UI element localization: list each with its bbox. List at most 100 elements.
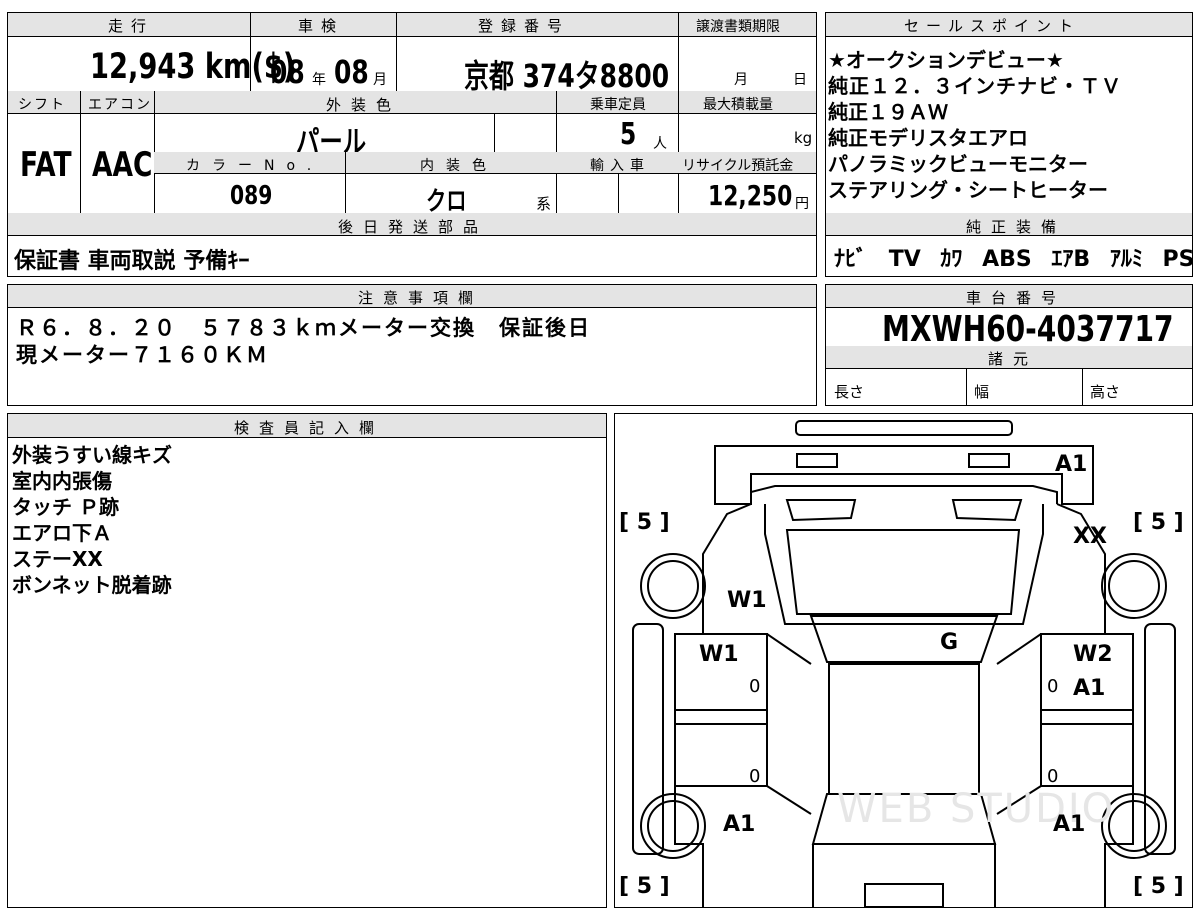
equipment-label: 純正装備	[966, 218, 1067, 236]
shift-value: FAT	[20, 145, 72, 185]
tire-fr-grade: [ 5 ]	[1133, 510, 1184, 535]
tire-fl-grade: [ 5 ]	[619, 510, 670, 535]
capacity-value: 5	[620, 117, 637, 152]
damage-rear-right-quarter: A1	[1053, 812, 1086, 837]
shaken-month: 08	[334, 53, 369, 91]
later-parts-value: 保証書 車両取説 予備ｷｰ	[14, 249, 250, 274]
int-color-label: 内装色	[420, 158, 498, 174]
trunk	[812, 843, 996, 907]
color-no-value: 089	[230, 181, 273, 211]
damage-front-left-door: W1	[699, 642, 739, 667]
body-outline	[750, 485, 1058, 504]
import-label: 輸入車	[590, 158, 650, 174]
zero-mark-a: 0	[749, 676, 761, 697]
equip-ps: PS	[1162, 247, 1195, 272]
recycle-unit: 円	[795, 196, 809, 212]
equip-alloy: ｱﾙﾐ	[1109, 247, 1143, 272]
inspector-line-4: エアロ下Ａ	[12, 521, 112, 545]
equip-navi: ﾅﾋﾞ	[834, 247, 868, 272]
inspector-line-6: ボンネット脱着跡	[12, 573, 172, 597]
rear-plate	[864, 883, 944, 907]
sales-line-5: パノラミックビューモニター	[828, 152, 1088, 176]
damage-windshield: G	[940, 630, 959, 655]
shaken-label: 車検	[298, 17, 345, 35]
grille-right	[951, 499, 1023, 522]
shift-label: シフト	[18, 97, 66, 113]
sales-line-6: ステアリング・シートヒーター	[828, 178, 1108, 202]
notes-line-2: 現メーター７１６０ＫＭ	[16, 343, 269, 367]
grille-left	[785, 499, 857, 522]
registration-label: 登録番号	[478, 17, 571, 35]
damage-front-left-fender: W1	[727, 588, 767, 613]
inspector-label: 検査員記入欄	[234, 419, 385, 437]
mileage-label: 走行	[108, 17, 155, 35]
shaken-year-unit: 年	[312, 72, 326, 88]
mileage-value: 12,943 km($)	[90, 47, 296, 87]
transfer-day: 日	[793, 72, 807, 88]
vehicle-info-block: 走行 車検 登録番号 譲渡書類期限 12,943 km($) 08 年 08 月…	[7, 12, 817, 277]
capacity-unit: 人	[653, 136, 667, 152]
recycle-label: リサイクル預託金	[682, 158, 794, 174]
ac-value: AAC	[92, 145, 153, 185]
int-color-suffix: 系	[536, 195, 552, 213]
transfer-deadline-label: 譲渡書類期限	[696, 19, 780, 35]
equip-leather: ｶﾜ	[940, 247, 963, 272]
inspector-line-3: タッチ Ｐ跡	[12, 495, 119, 519]
wheel-fr	[1101, 553, 1167, 619]
hood-panel	[764, 504, 1044, 625]
damage-front-right-door: W2	[1073, 642, 1113, 667]
damage-front-right-door-2: A1	[1073, 676, 1106, 701]
car-diagram-block: WEB STUDIO [ 5 ] [ 5 ] [ 5 ] [ 5 ] A1 XX…	[614, 413, 1193, 908]
front-bumper-bar	[795, 420, 1013, 436]
inspector-line-5: ステーXX	[12, 547, 103, 571]
sales-point-block: セールスポイント ★オークションデビュー★ 純正１２．３インチナビ・ＴＶ 純正１…	[825, 12, 1195, 277]
sales-line-3: 純正１９ＡＷ	[828, 100, 948, 124]
shaken-year: 08	[270, 53, 305, 91]
wheel-fl	[640, 553, 706, 619]
sales-line-1: ★オークションデビュー★	[828, 48, 1064, 72]
inspector-line-1: 外装うすい線キズ	[12, 443, 172, 467]
chassis-label: 車台番号	[966, 289, 1067, 307]
later-parts-label: 後日発送部品	[338, 218, 489, 236]
notes-line-1: Ｒ６．８．２０ ５７８３ｋｍメーター交換 保証後日	[16, 316, 591, 340]
sales-line-4: 純正モデリスタエアロ	[828, 126, 1028, 150]
front-light-left	[796, 453, 838, 468]
wheel-fl-inner	[647, 560, 699, 612]
damage-rear-left-quarter: A1	[723, 812, 756, 837]
capacity-label: 乗車定員	[590, 97, 646, 113]
tire-rl-grade: [ 5 ]	[619, 874, 670, 899]
color-no-label: カラーNo.	[186, 158, 324, 174]
equip-tv: TV	[888, 247, 921, 272]
equipment-list: ﾅﾋﾞ TV ｶﾜ ABS ｴｱB ｱﾙﾐ PS PW	[834, 241, 1200, 273]
zero-mark-d: 0	[1047, 766, 1059, 787]
recycle-value: 12,250	[708, 179, 793, 212]
max-load-unit: kg	[794, 129, 813, 147]
transfer-month: 月	[734, 72, 748, 88]
right-mirror	[1144, 623, 1176, 855]
max-load-label: 最大積載量	[703, 97, 773, 113]
shaken-month-unit: 月	[373, 72, 387, 88]
ext-color-label: 外装色	[326, 96, 402, 114]
damage-hood-right: XX	[1073, 524, 1107, 549]
sales-line-2: 純正１２．３インチナビ・ＴＶ	[828, 74, 1122, 98]
notes-label: 注意事項欄	[358, 289, 484, 307]
hood-outline	[714, 445, 1094, 505]
zero-mark-b: 0	[1047, 676, 1059, 697]
roof	[809, 615, 999, 663]
windshield	[785, 529, 1021, 615]
wheel-rl-inner	[647, 800, 699, 852]
inspector-block: 検査員記入欄 外装うすい線キズ 室内内張傷 タッチ Ｐ跡 エアロ下Ａ ステーXX…	[7, 413, 607, 908]
tire-rr-grade: [ 5 ]	[1133, 874, 1184, 899]
front-light-right	[968, 453, 1010, 468]
chassis-number: MXWH60-4037717	[882, 309, 1174, 350]
inspector-line-2: 室内内張傷	[12, 469, 112, 493]
length-label: 長さ	[834, 383, 865, 401]
sales-point-label: セールスポイント	[904, 17, 1081, 35]
chassis-block: 車台番号 MXWH60-4037717 諸元 長さ 幅 高さ	[825, 284, 1193, 406]
height-label: 高さ	[1090, 383, 1121, 401]
wheel-rl	[640, 793, 706, 859]
roof-panel	[828, 663, 980, 795]
spec-label: 諸元	[988, 350, 1039, 368]
ac-label: エアコン	[88, 97, 152, 113]
equip-abs: ABS	[982, 247, 1032, 272]
